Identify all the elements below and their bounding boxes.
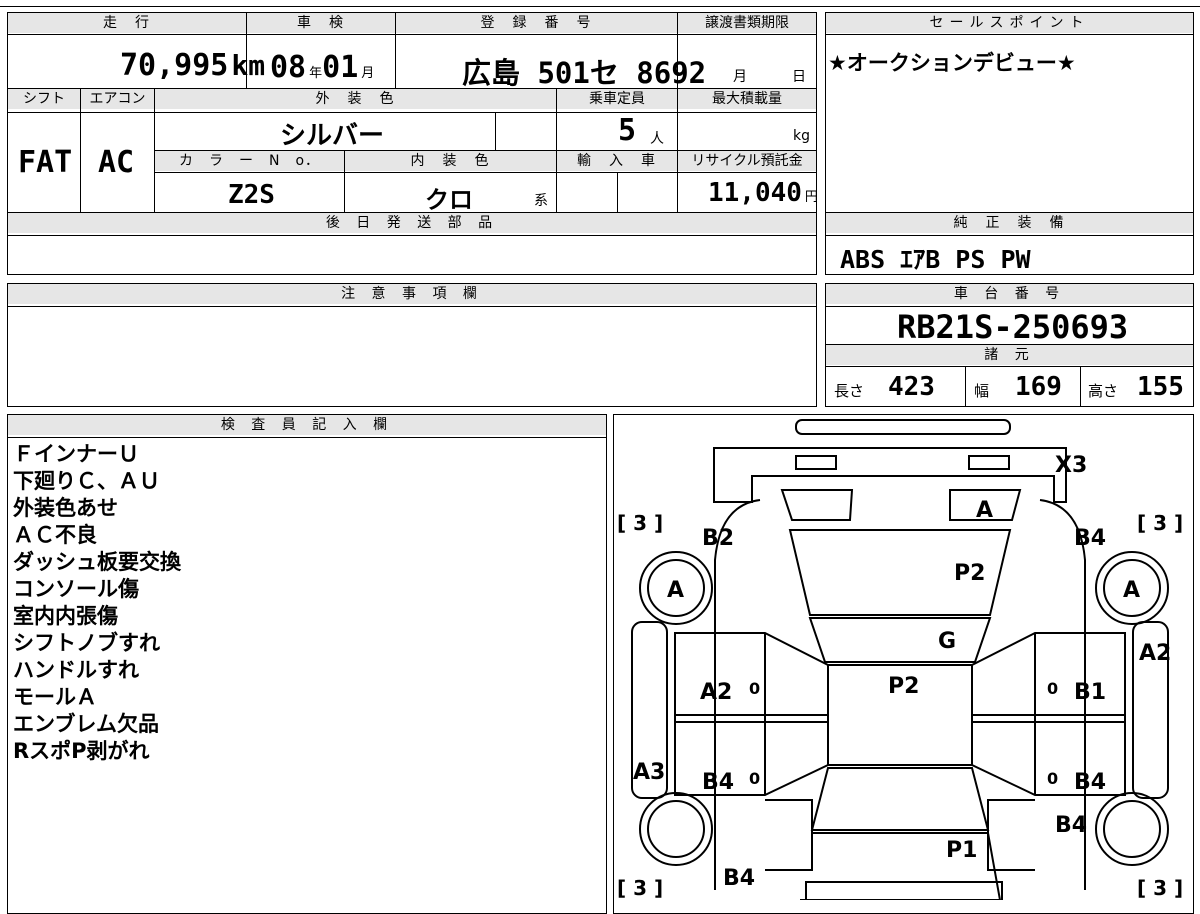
parts-label: 後 日 発 送 部 品	[8, 213, 816, 233]
ac-label: エアコン	[81, 89, 154, 109]
spec-label: 諸 元	[826, 345, 1193, 365]
exterior-value: シルバー	[280, 121, 385, 151]
caution-label: 注 意 事 項 欄	[8, 284, 816, 304]
note-line: ＡＣ不良	[13, 523, 97, 547]
load-unit: kg	[793, 128, 810, 144]
shift-label: シフト	[8, 89, 80, 109]
zero-left-rear: 0	[749, 769, 760, 788]
transfer-month-unit: 月	[733, 69, 747, 85]
mileage-value: 70,995 km	[120, 48, 265, 83]
recycle-value: 11,040 円	[708, 178, 818, 208]
mark-b4-rear: B4	[723, 866, 755, 891]
mark-b1: B1	[1074, 680, 1106, 705]
note-line: ＦインナーＵ	[13, 442, 139, 466]
transfer-day-unit: 日	[792, 69, 806, 85]
mileage-number: 70,995	[120, 48, 229, 83]
color-no-label: カ ラ ー N o．	[155, 151, 344, 171]
note-line: RスポP剥がれ	[13, 739, 150, 763]
mark-x3: X3	[1055, 453, 1087, 478]
capacity-value: 5	[618, 113, 637, 148]
note-line: 室内内張傷	[13, 604, 118, 628]
sales-point-text: ★オークションデビュー★	[828, 51, 1076, 75]
car-diagram: X3 A P2 G P2 P1 B2 B4 A A A2 B1 A2 A3 B4…	[617, 419, 1183, 900]
equipment-label: 純 正 装 備	[826, 213, 1193, 233]
mark-b4-quarter: B4	[1055, 813, 1087, 838]
mark-b4-fr: B4	[1074, 526, 1106, 551]
note-line: ダッシュ板要交換	[13, 550, 181, 574]
mark-b4-rr: B4	[1074, 770, 1106, 795]
registration-label: 登 録 番 号	[396, 13, 677, 33]
capacity-label: 乗車定員	[557, 89, 677, 109]
chassis-value: RB21S-250693	[897, 308, 1129, 346]
interior-label: 内 装 色	[345, 151, 556, 171]
mark-g: G	[938, 629, 956, 654]
import-label: 輸 入 車	[557, 151, 677, 171]
length-label: 長さ	[834, 382, 865, 400]
zero-right-front: 0	[1047, 679, 1058, 698]
tire-rr: [ 3 ]	[1137, 876, 1183, 900]
capacity-unit: 人	[650, 131, 664, 147]
recycle-label: リサイクル預託金	[678, 151, 816, 171]
note-line: ハンドルすれ	[13, 658, 139, 682]
tire-fr: [ 3 ]	[1137, 511, 1183, 535]
chassis-label: 車 台 番 号	[826, 284, 1193, 304]
zero-right-rear: 0	[1047, 769, 1058, 788]
mileage-label: 走 行	[8, 13, 246, 33]
mark-b2: B2	[702, 526, 734, 551]
top-strip	[0, 0, 1200, 7]
height-label: 高さ	[1088, 382, 1119, 400]
mark-a3: A3	[633, 760, 665, 785]
recycle-number: 11,040	[708, 178, 802, 208]
note-line: 下廻りＣ、ＡＵ	[13, 469, 160, 493]
interior-value: クロ	[425, 186, 473, 214]
shaken-year: 08	[270, 50, 307, 85]
note-line: シフトノブすれ	[13, 631, 160, 655]
sales-point-label: セールスポイント	[826, 13, 1193, 33]
color-no-value: Z2S	[228, 180, 275, 210]
shift-value: FAT	[18, 145, 73, 180]
shaken-year-unit: 年	[309, 66, 323, 81]
inspector-label: 検 査 員 記 入 欄	[8, 415, 606, 435]
shaken-value: 08 年01 月	[270, 50, 374, 85]
exterior-label: 外 装 色	[155, 89, 556, 109]
note-line: 外装色あせ	[13, 496, 118, 520]
load-label: 最大積載量	[678, 89, 816, 109]
inspector-notes: ＦインナーＵ 下廻りＣ、ＡＵ 外装色あせ ＡＣ不良 ダッシュ板要交換 コンソール…	[13, 441, 181, 765]
mileage-unit: km	[231, 49, 266, 82]
mark-p1: P1	[946, 838, 977, 863]
tire-rl: [ 3 ]	[617, 876, 663, 900]
height-value: 155	[1137, 372, 1184, 402]
note-line: モールＡ	[13, 685, 97, 709]
mark-a2-right: A2	[1139, 641, 1171, 666]
mark-a2-left: A2	[700, 680, 732, 705]
mark-a-wheel-fr: A	[1123, 578, 1140, 603]
note-line: エンブレム欠品	[13, 712, 159, 736]
length-value: 423	[888, 372, 935, 402]
mark-a-windshield: A	[976, 498, 993, 523]
shaken-month-unit: 月	[361, 66, 375, 81]
interior-unit: 系	[534, 193, 548, 209]
registration-value: 広島 501セ 8692	[462, 56, 707, 90]
mark-p2-roof: P2	[888, 674, 919, 699]
transfer-label: 譲渡書類期限	[678, 13, 816, 33]
shaken-label: 車 検	[247, 13, 395, 33]
width-label: 幅	[974, 382, 990, 400]
equipment-text: ABS ｴｱB PS PW	[840, 245, 1031, 274]
shaken-month: 01	[322, 50, 359, 85]
width-value: 169	[1015, 372, 1062, 402]
recycle-unit: 円	[804, 190, 818, 205]
note-line: コンソール傷	[13, 577, 139, 601]
mark-b4-lr: B4	[702, 770, 734, 795]
zero-left-front: 0	[749, 679, 760, 698]
mark-a-wheel-fl: A	[667, 578, 684, 603]
mark-p2-hood: P2	[954, 561, 985, 586]
tire-fl: [ 3 ]	[617, 511, 663, 535]
ac-value: AC	[98, 145, 135, 180]
